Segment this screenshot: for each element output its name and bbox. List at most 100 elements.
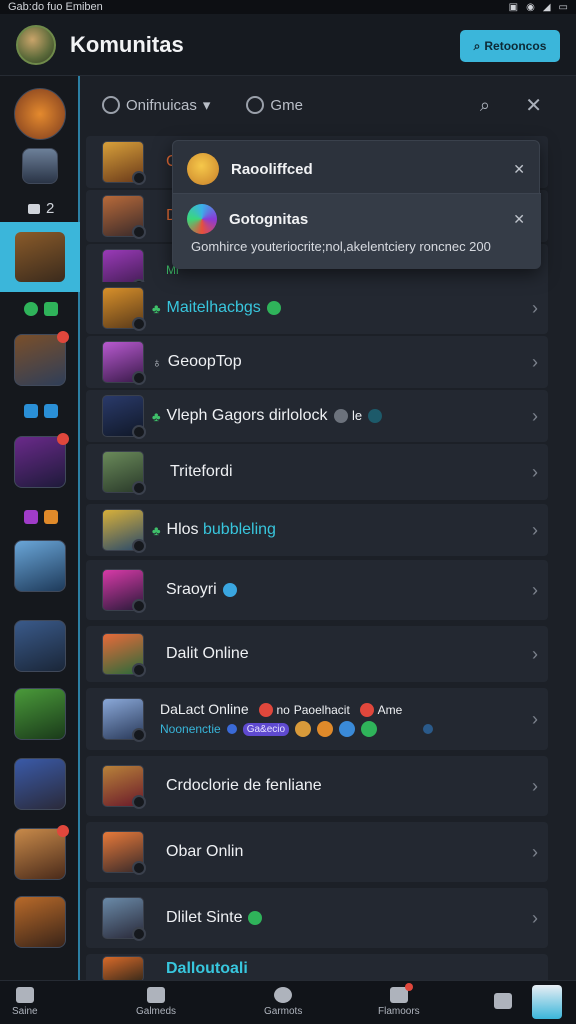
photo-icon: ▣ [508, 1, 519, 13]
list-item[interactable]: DaLact Online no Paoelhacit Ame Noonenct… [86, 688, 548, 750]
sidebar-status-row [24, 510, 58, 524]
avatar [102, 633, 146, 677]
filter-icon [102, 96, 120, 114]
image-icon [147, 987, 165, 1003]
nav-community[interactable]: Garmots [264, 987, 302, 1017]
list-item-name: Obar Onlin [166, 843, 244, 860]
profile-avatar[interactable] [532, 985, 562, 1019]
close-icon[interactable]: ✕ [525, 93, 542, 118]
close-icon[interactable]: ✕ [513, 211, 525, 228]
avatar [102, 395, 146, 439]
chevron-right-icon: › [532, 351, 538, 372]
nav-friends[interactable]: Flamoors [378, 983, 420, 1017]
popup-item-title: Raooliffced [231, 160, 313, 178]
chat-icon [28, 203, 40, 214]
verified-icon [339, 721, 356, 738]
tag-pill: Ga&ecio [242, 722, 290, 736]
chevron-right-icon: › [532, 775, 538, 796]
cross-icon [44, 510, 58, 524]
sword-icon [24, 510, 38, 524]
shield-icon [226, 724, 237, 735]
chevron-right-icon: › [532, 708, 538, 729]
list-item-name: Dlilet Sinte [166, 909, 263, 927]
list-item[interactable]: ♣ Maitelhacbgs › [86, 282, 548, 334]
nav-games[interactable]: Galmeds [136, 987, 176, 1017]
nav-home[interactable]: Saine [12, 987, 38, 1017]
games-filter[interactable]: Gme [246, 96, 303, 114]
check-icon [361, 721, 378, 738]
notification-dot [57, 331, 69, 343]
avatar [102, 956, 144, 980]
sidebar-item-hood[interactable] [14, 620, 66, 672]
chat-icon [389, 983, 413, 1003]
list-item[interactable]: ♁ GeoopTop › [86, 336, 548, 388]
list-item-name: Tritefordi [170, 463, 233, 480]
list-item[interactable]: Sraoyri › [86, 560, 548, 620]
sidebar-item-dragon[interactable] [22, 148, 58, 184]
community-icon [187, 204, 217, 234]
app-header: Komunitas ⌕ Retooncos [0, 14, 576, 76]
avatar [102, 141, 146, 185]
header-action-label: Retooncos [484, 39, 547, 53]
list-item-name: Vleph Gagors dirlolock le [167, 407, 383, 425]
active-community-avatar [15, 232, 65, 282]
verified-icon [266, 300, 281, 315]
chevron-right-icon: › [532, 643, 538, 664]
popup-item-1[interactable]: Raooliffced ✕ [173, 149, 541, 189]
sidebar-item-mage[interactable] [14, 433, 69, 488]
avatar [102, 287, 146, 331]
list-item[interactable]: Crdoclorie de fenliane › [86, 756, 548, 816]
filter-dropdown[interactable]: Onifnuicas ▾ [102, 96, 210, 114]
status-bar: Gab:do fuo Emiben ▣ ◉ ◢ ▭ [0, 0, 576, 14]
chevron-right-icon: › [532, 907, 538, 928]
community-icon [274, 987, 293, 1003]
games-label: Gme [270, 96, 303, 114]
page-title: Komunitas [70, 31, 184, 57]
sidebar-message-count: 2 [28, 200, 54, 217]
avatar [102, 897, 146, 941]
popup-item-title: Gotognitas [229, 210, 309, 228]
list-item[interactable]: Dlilet Sinte › [86, 888, 548, 948]
sidebar-item-ranger[interactable] [14, 758, 66, 810]
shield-icon [423, 724, 434, 735]
avatar-icon [295, 721, 312, 738]
verified-icon [248, 910, 263, 925]
sidebar-item-home[interactable] [14, 88, 66, 140]
sidebar-item-archer[interactable] [14, 896, 66, 948]
sidebar-item-warrior[interactable] [14, 331, 69, 386]
avatar [102, 765, 146, 809]
tag-icon: ♁ [152, 354, 162, 370]
search-icon[interactable]: ⌕ [480, 95, 490, 116]
sidebar-item-pirate[interactable] [14, 825, 69, 880]
list-item[interactable]: Tritefordi › [86, 444, 548, 500]
gamepad-icon [246, 96, 265, 114]
chevron-right-icon: › [532, 519, 538, 540]
avatar [102, 195, 146, 239]
chevron-right-icon: › [532, 579, 538, 600]
rank-icon [333, 408, 348, 423]
avatar [102, 451, 146, 495]
sidebar-item-goblin[interactable] [14, 688, 66, 740]
nav-gallery[interactable] [494, 993, 512, 1012]
list-item[interactable]: ♣ Hlos bubbleling › [86, 504, 548, 556]
sidebar-item-knight[interactable] [14, 540, 66, 592]
verified-icon [222, 582, 237, 597]
nav-label: Saine [12, 1006, 38, 1017]
close-icon[interactable]: ✕ [513, 161, 525, 178]
header-action-button[interactable]: ⌕ Retooncos [460, 30, 560, 62]
community-avatar[interactable] [16, 24, 56, 65]
list-item-details: DaLact Online no Paoelhacit Ame Noonenct… [160, 701, 434, 738]
signal-icon: ◢ [542, 1, 551, 13]
list-item[interactable]: ♣ Vleph Gagors dirlolock le › [86, 390, 548, 442]
sidebar-item-active[interactable] [0, 222, 80, 292]
list-item[interactable]: Dalit Online › [86, 626, 548, 682]
list-item[interactable]: Obar Onlin › [86, 822, 548, 882]
chevron-right-icon: › [532, 405, 538, 426]
nav-label: Galmeds [136, 1006, 177, 1017]
message-count: 2 [46, 200, 55, 217]
list-item[interactable]: Dalloutoali [86, 954, 548, 980]
filter-label: Onifnuicas [126, 96, 197, 114]
popup-item-2[interactable]: Gotognitas ✕ [173, 201, 541, 237]
avatar [102, 569, 146, 613]
nav-label: Garmots [264, 1006, 303, 1017]
